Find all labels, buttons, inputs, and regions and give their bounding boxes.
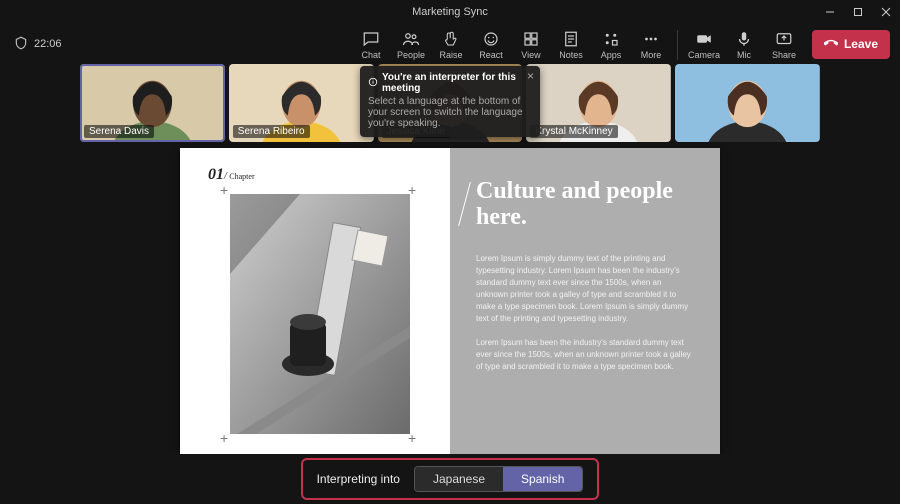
toolbar-group-av: Camera Mic Share <box>684 28 804 60</box>
crop-mark-icon: + <box>408 432 420 444</box>
participant-name: Serena Ribeiro <box>233 125 310 138</box>
close-icon[interactable]: × <box>527 70 534 82</box>
apps-item[interactable]: Apps <box>591 28 631 60</box>
slide-left-panel: 01/ Chapter + + + + <box>180 148 450 454</box>
toolbar-separator <box>677 30 678 60</box>
minimize-button[interactable] <box>816 0 844 24</box>
participant-tile[interactable]: Serena Davis <box>80 64 225 142</box>
presentation-slide: 01/ Chapter + + + + <box>180 148 720 454</box>
participant-video <box>675 64 820 142</box>
crop-mark-icon: + <box>220 432 232 444</box>
interpreter-bar: Interpreting into Japanese Spanish <box>0 454 900 504</box>
view-item[interactable]: View <box>511 28 551 60</box>
notes-item[interactable]: Notes <box>551 28 591 60</box>
window-controls <box>816 0 900 24</box>
tool-label: Chat <box>361 50 380 60</box>
tool-label: Apps <box>601 50 622 60</box>
tool-label: React <box>479 50 503 60</box>
leave-label: Leave <box>844 37 878 51</box>
apps-icon <box>602 30 620 48</box>
meeting-title: Marketing Sync <box>412 6 488 18</box>
tool-label: Raise <box>439 50 462 60</box>
participant-tile[interactable]: Serena Ribeiro <box>229 64 374 142</box>
tooltip-body: Select a language at the bottom of your … <box>368 96 532 129</box>
tooltip-title: You're an interpreter for this meeting <box>382 72 532 94</box>
tool-label: Mic <box>737 50 751 60</box>
tool-label: Share <box>772 50 796 60</box>
language-option-spanish[interactable]: Spanish <box>503 467 582 491</box>
slide-right-panel: Culture and people here. Lorem Ipsum is … <box>450 148 720 454</box>
chapter-number: 01 <box>208 166 224 183</box>
share-icon <box>775 30 793 48</box>
shared-content-stage: 01/ Chapter + + + + <box>80 148 820 454</box>
tool-label: People <box>397 50 425 60</box>
crop-mark-icon: + <box>408 184 420 196</box>
chat-icon <box>362 30 380 48</box>
tool-label: More <box>641 50 662 60</box>
notes-icon <box>562 30 580 48</box>
participant-tile[interactable]: Krystal McKinney <box>526 64 671 142</box>
maximize-button[interactable] <box>844 0 872 24</box>
tool-label: View <box>521 50 540 60</box>
participant-name: Serena Davis <box>84 125 154 138</box>
react-icon <box>482 30 500 48</box>
people-item[interactable]: People <box>391 28 431 60</box>
timer-value: 22:06 <box>34 38 62 50</box>
toolbar-group-main: Chat People Raise React View Notes Apps More <box>351 28 671 60</box>
title-bar: Marketing Sync <box>0 0 900 24</box>
interpreter-tooltip: × You're an interpreter for this meeting… <box>360 66 540 137</box>
info-icon <box>368 77 378 90</box>
interpreter-control-group: Interpreting into Japanese Spanish <box>301 458 600 500</box>
meeting-timer: 22:06 <box>14 36 62 53</box>
slide-heading: Culture and people here. <box>476 178 694 231</box>
tool-label: Notes <box>559 50 583 60</box>
chat-item[interactable]: Chat <box>351 28 391 60</box>
share-item[interactable]: Share <box>764 28 804 60</box>
shield-icon <box>14 36 28 53</box>
participant-tile[interactable] <box>675 64 820 142</box>
mic-item[interactable]: Mic <box>724 28 764 60</box>
more-icon <box>642 30 660 48</box>
more-item[interactable]: More <box>631 28 671 60</box>
camera-icon <box>695 30 713 48</box>
participant-name: Krystal McKinney <box>530 125 617 138</box>
react-item[interactable]: React <box>471 28 511 60</box>
slide-photo-frame: + + + + <box>230 194 410 434</box>
slide-paragraph-2: Lorem Ipsum has been the industry's stan… <box>476 337 694 373</box>
tool-label: Camera <box>688 50 720 60</box>
raise-icon <box>442 30 460 48</box>
chapter-label: 01/ Chapter <box>208 166 432 184</box>
leave-icon <box>824 36 838 53</box>
raise-item[interactable]: Raise <box>431 28 471 60</box>
meeting-toolbar: 22:06 Chat People Raise React View Notes Apps M… <box>0 24 900 64</box>
view-icon <box>522 30 540 48</box>
chapter-word: Chapter <box>229 172 254 181</box>
leave-button[interactable]: Leave <box>812 30 890 59</box>
camera-item[interactable]: Camera <box>684 28 724 60</box>
slide-photo <box>230 194 410 434</box>
slide-paragraph-1: Lorem Ipsum is simply dummy text of the … <box>476 253 694 325</box>
people-icon <box>402 30 420 48</box>
close-window-button[interactable] <box>872 0 900 24</box>
crop-mark-icon: + <box>220 184 232 196</box>
language-option-japanese[interactable]: Japanese <box>415 467 503 491</box>
mic-icon <box>735 30 753 48</box>
interpreting-into-label: Interpreting into <box>317 472 400 486</box>
language-toggle: Japanese Spanish <box>414 466 583 492</box>
